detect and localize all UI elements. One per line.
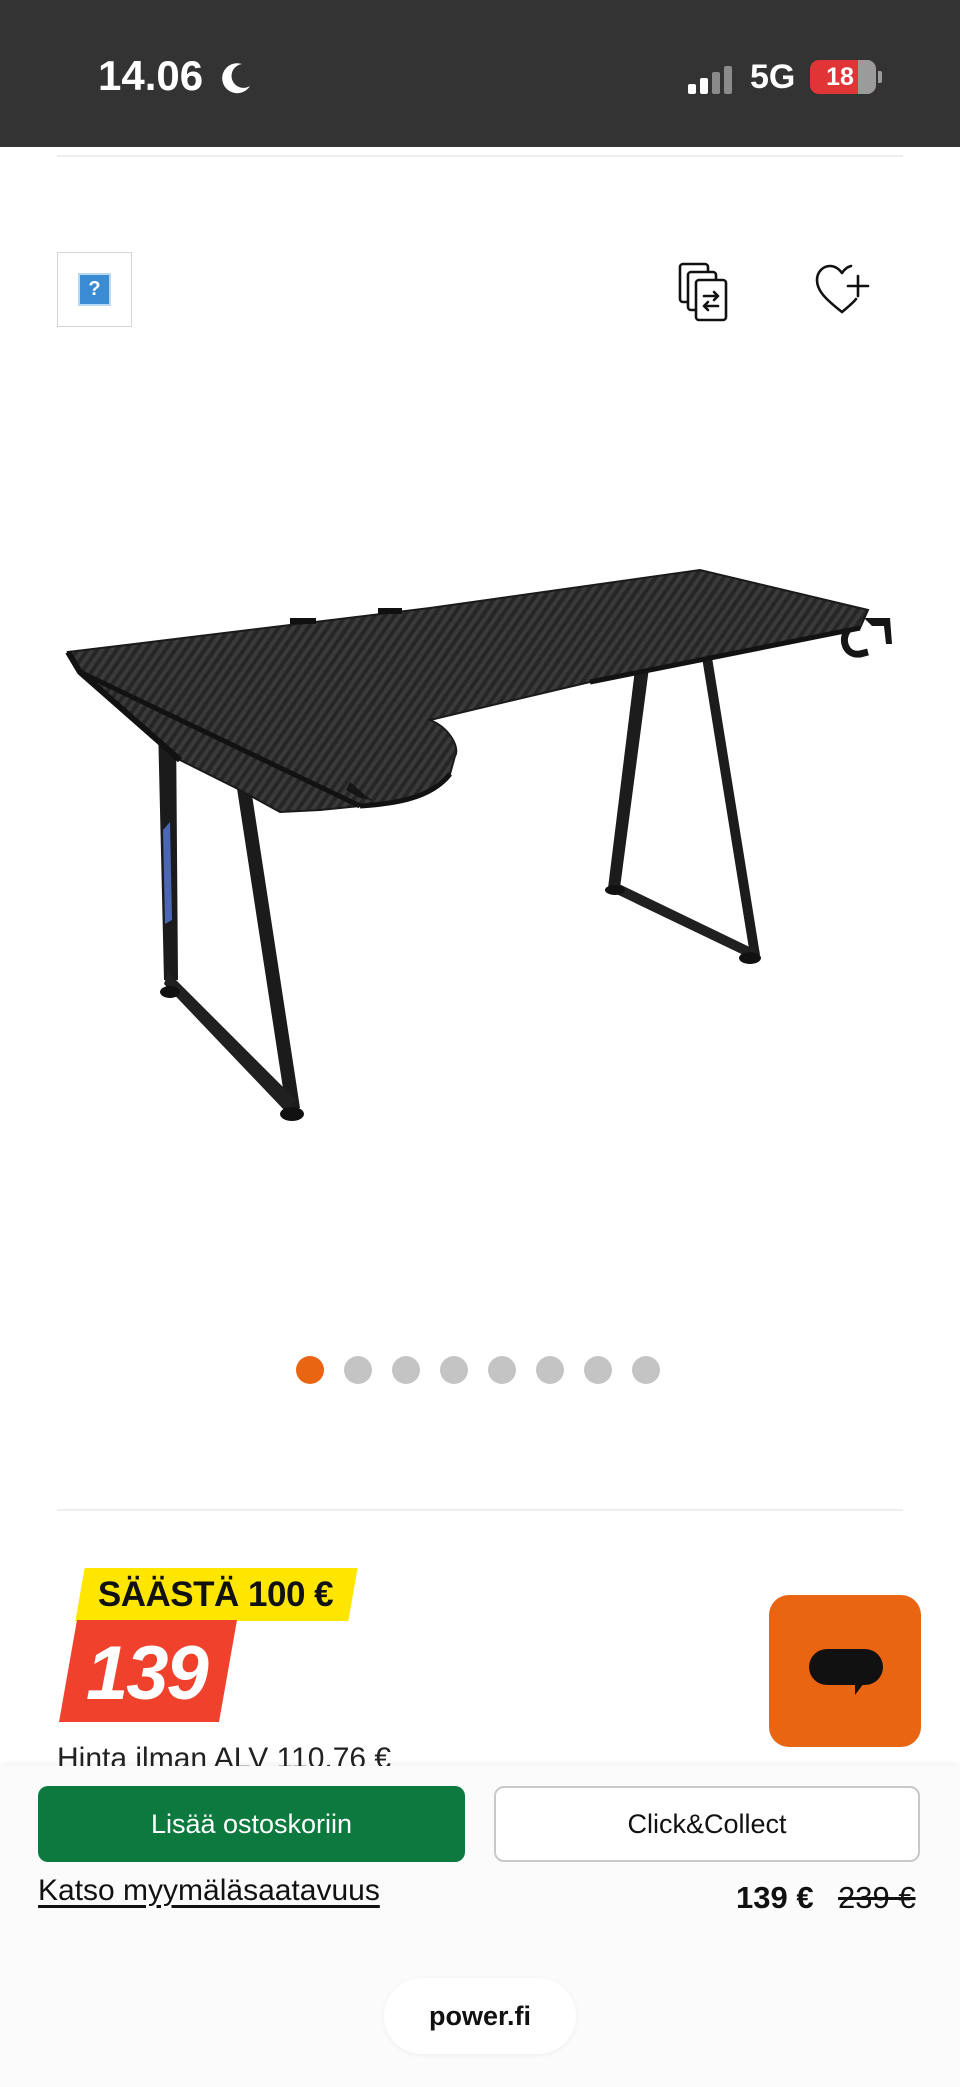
click-and-collect-button[interactable]: Click&Collect: [494, 1786, 920, 1862]
question-image-icon: ?: [78, 273, 111, 306]
gallery-dot[interactable]: [392, 1356, 420, 1384]
moon-icon: [222, 63, 250, 94]
battery-level: 18: [826, 63, 854, 91]
store-availability-link[interactable]: Katso myymäläsaatavuus: [38, 1874, 380, 1908]
save-badge: SÄÄSTÄ 100 €: [75, 1568, 358, 1621]
gallery-dot[interactable]: [440, 1356, 468, 1384]
gallery-dot[interactable]: [632, 1356, 660, 1384]
network-type: 5G: [750, 58, 796, 96]
gallery-pagination: [296, 1356, 666, 1386]
browser-url-bar[interactable]: power.fi: [384, 1978, 576, 2054]
current-price: 139 €: [736, 1880, 814, 1915]
top-divider: [57, 155, 903, 157]
chat-button[interactable]: [769, 1595, 921, 1747]
signal-bars-icon: [688, 66, 732, 94]
product-image-gaming-desk[interactable]: [60, 560, 900, 1130]
battery-icon: 18: [810, 60, 876, 94]
price-badge-value: 139: [86, 1631, 209, 1716]
old-price: 239 €: [838, 1880, 916, 1915]
gallery-dot[interactable]: [296, 1356, 324, 1384]
status-time: 14.06: [98, 52, 204, 99]
compare-icon[interactable]: [676, 260, 732, 324]
gallery-dot[interactable]: [584, 1356, 612, 1384]
chat-bubble-icon: [809, 1649, 883, 1695]
add-to-cart-button[interactable]: Lisää ostoskoriin: [38, 1786, 465, 1862]
heart-plus-icon[interactable]: [814, 262, 872, 316]
gallery-dot[interactable]: [536, 1356, 564, 1384]
gallery-dot[interactable]: [488, 1356, 516, 1384]
brand-image-placeholder[interactable]: ?: [57, 252, 132, 327]
mid-divider: [57, 1509, 903, 1511]
save-badge-text: SÄÄSTÄ 100 €: [98, 1574, 334, 1614]
gallery-dot[interactable]: [344, 1356, 372, 1384]
battery-tip: [878, 71, 882, 83]
